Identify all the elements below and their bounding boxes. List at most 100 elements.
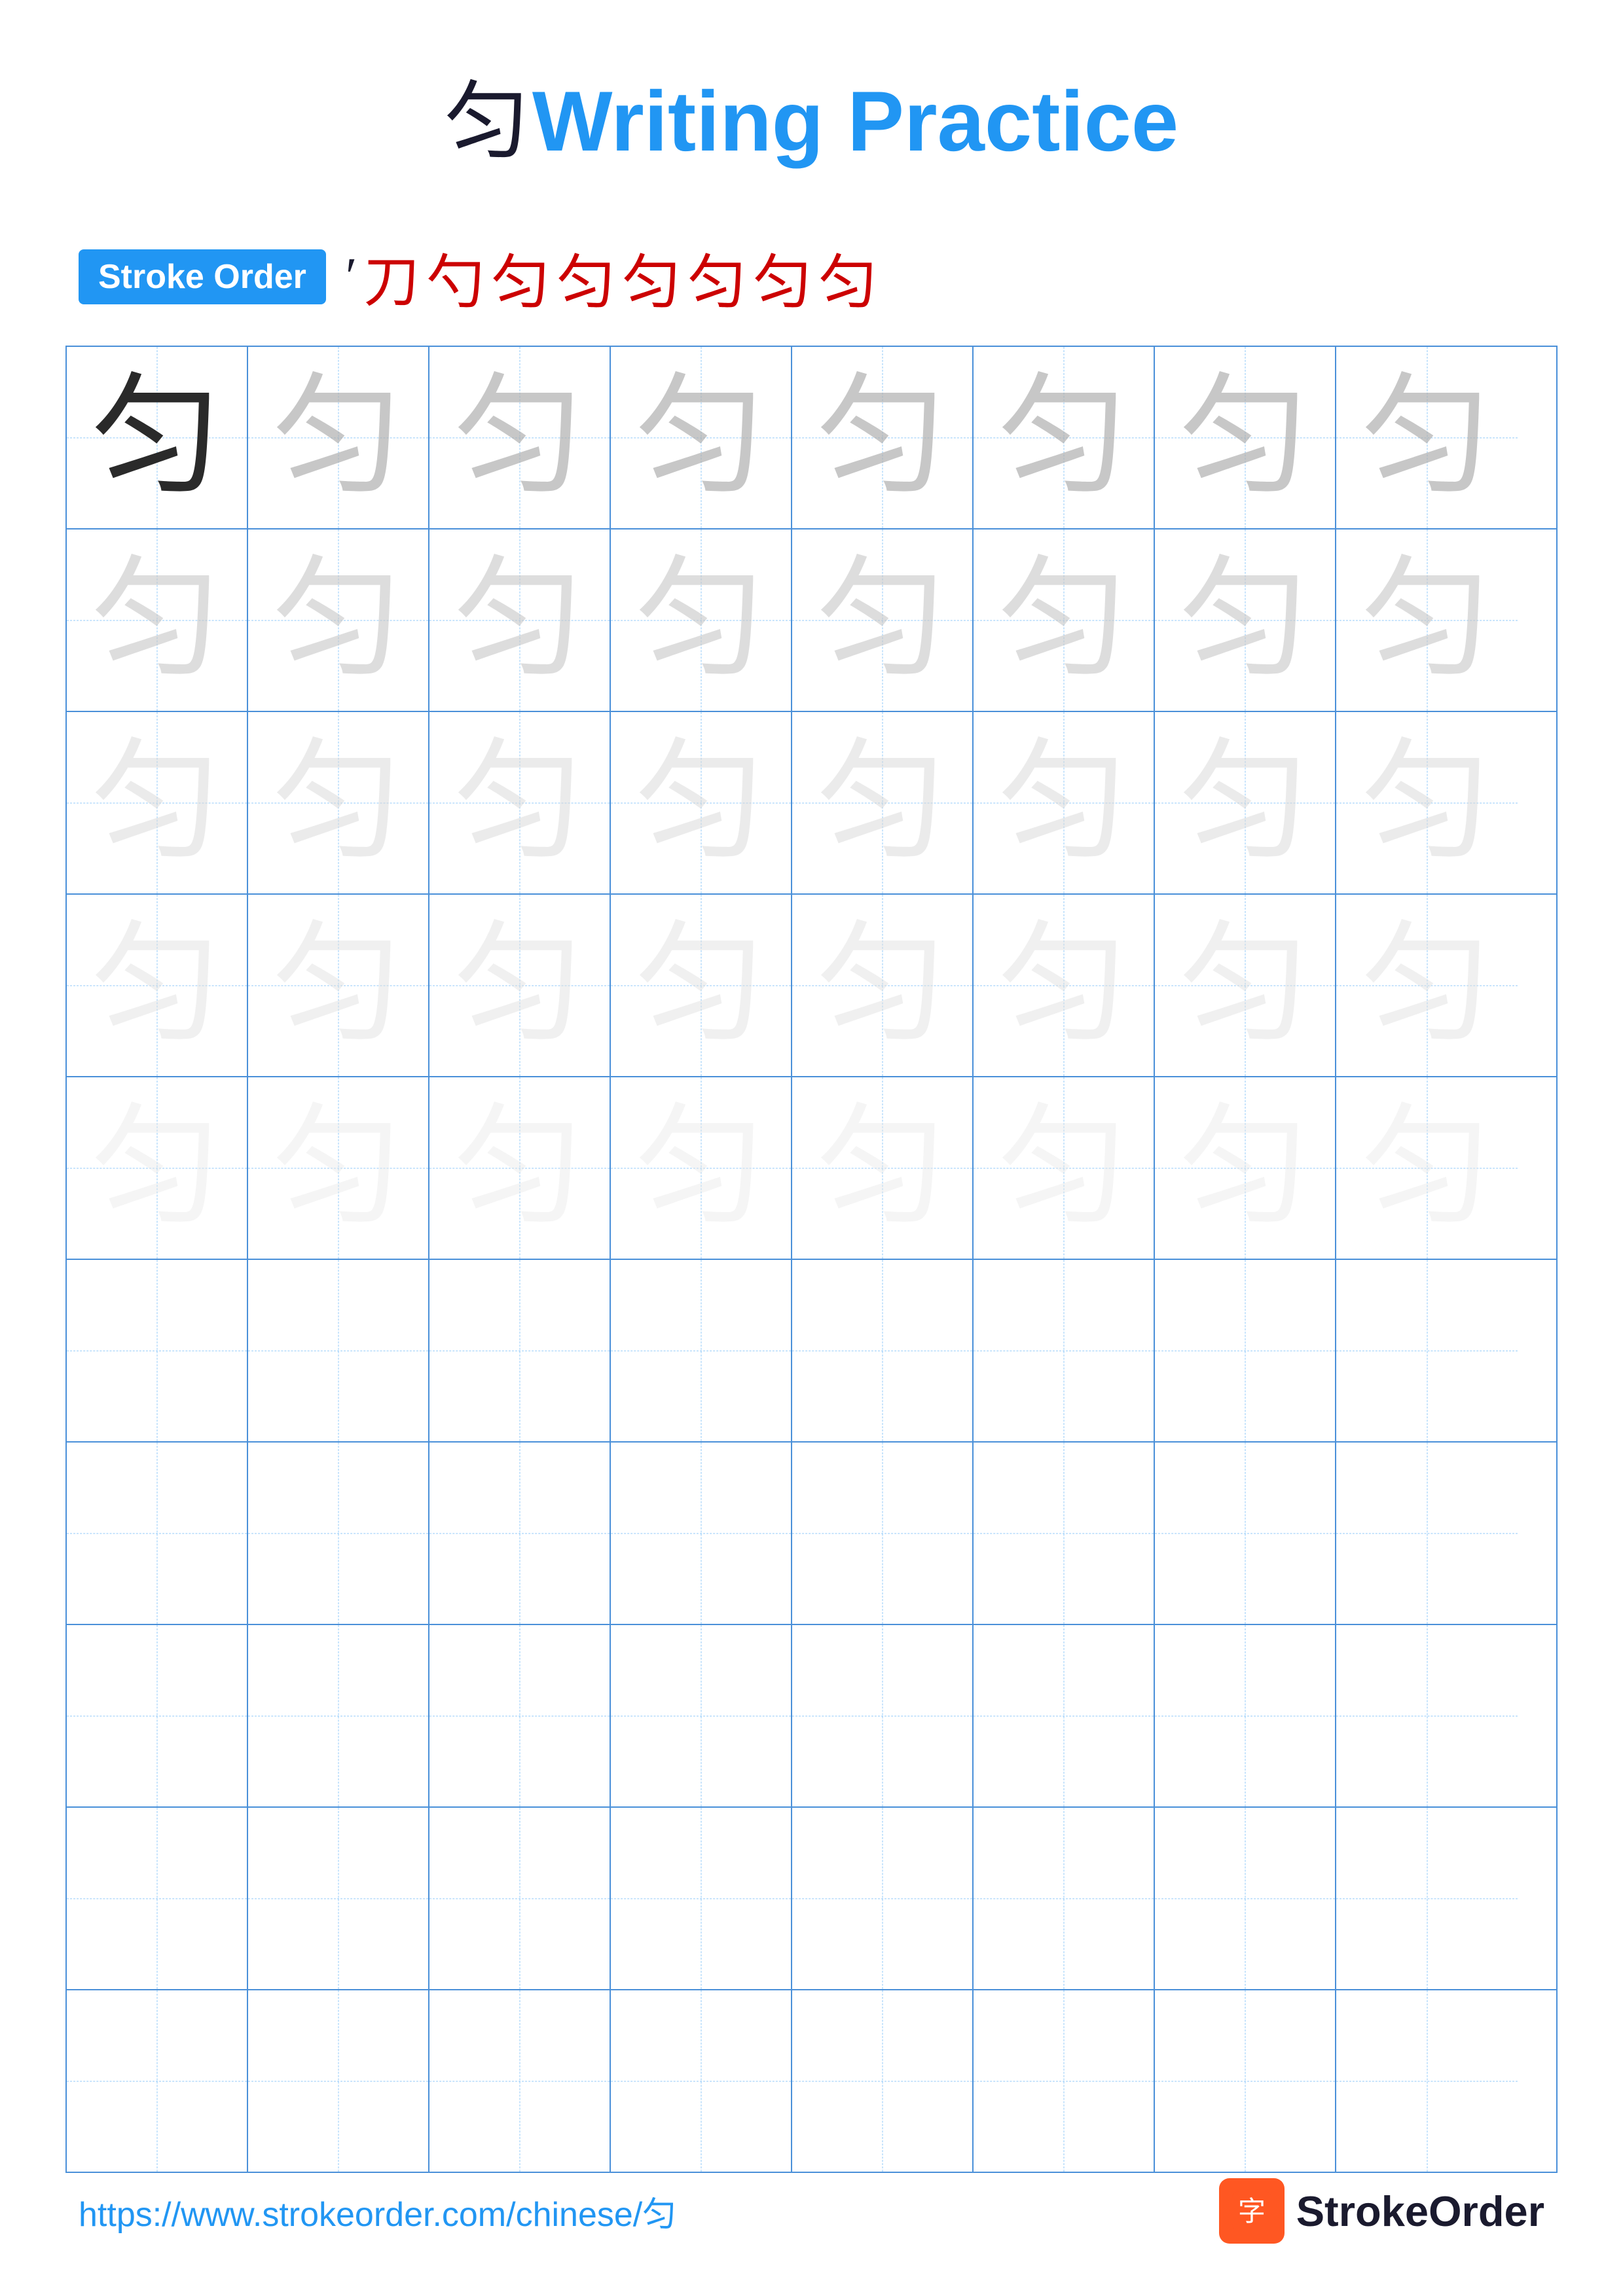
grid-cell-10-2[interactable] [248,1990,429,2172]
grid-cell-1-6[interactable]: 匀 [974,347,1155,528]
grid-cell-4-4[interactable]: 匀 [611,895,792,1076]
grid-cell-7-8[interactable] [1336,1443,1518,1624]
grid-cell-9-5[interactable] [792,1808,974,1989]
grid-cell-1-3[interactable]: 匀 [429,347,611,528]
grid-cell-5-7[interactable]: 匀 [1155,1077,1336,1259]
grid-cell-5-6[interactable]: 匀 [974,1077,1155,1259]
grid-cell-3-5[interactable]: 匀 [792,712,974,893]
grid-cell-6-6[interactable] [974,1260,1155,1441]
grid-cell-1-1[interactable]: 匀 [67,347,248,528]
grid-cell-2-4[interactable]: 匀 [611,529,792,711]
grid-char: 匀 [272,920,403,1051]
grid-cell-8-3[interactable] [429,1625,611,1806]
grid-cell-2-6[interactable]: 匀 [974,529,1155,711]
grid-cell-10-4[interactable] [611,1990,792,2172]
page-title: 匀 Writing Practice [0,0,1623,215]
grid-cell-2-8[interactable]: 匀 [1336,529,1518,711]
stroke-char-8: 匀 [818,234,877,319]
grid-cell-4-3[interactable]: 匀 [429,895,611,1076]
grid-cell-1-7[interactable]: 匀 [1155,347,1336,528]
grid-cell-8-1[interactable] [67,1625,248,1806]
grid-cell-6-1[interactable] [67,1260,248,1441]
grid-char: 匀 [1361,555,1492,686]
grid-cell-2-7[interactable]: 匀 [1155,529,1336,711]
grid-char: 匀 [635,738,766,869]
grid-cell-7-7[interactable] [1155,1443,1336,1624]
grid-cell-7-2[interactable] [248,1443,429,1624]
grid-cell-3-1[interactable]: 匀 [67,712,248,893]
grid-cell-5-3[interactable]: 匀 [429,1077,611,1259]
footer-url[interactable]: https://www.strokeorder.com/chinese/匀 [79,2187,676,2236]
grid-cell-8-8[interactable] [1336,1625,1518,1806]
grid-cell-6-7[interactable] [1155,1260,1336,1441]
grid-cell-5-4[interactable]: 匀 [611,1077,792,1259]
grid-cell-7-4[interactable] [611,1443,792,1624]
grid-cell-4-1[interactable]: 匀 [67,895,248,1076]
grid-cell-6-3[interactable] [429,1260,611,1441]
grid-char: 匀 [998,738,1129,869]
grid-cell-2-1[interactable]: 匀 [67,529,248,711]
grid-cell-3-2[interactable]: 匀 [248,712,429,893]
grid-cell-9-4[interactable] [611,1808,792,1989]
grid-cell-4-2[interactable]: 匀 [248,895,429,1076]
grid-cell-7-5[interactable] [792,1443,974,1624]
grid-cell-10-3[interactable] [429,1990,611,2172]
grid-cell-6-2[interactable] [248,1260,429,1441]
stroke-order-badge: Stroke Order [79,249,326,304]
grid-cell-4-6[interactable]: 匀 [974,895,1155,1076]
grid-cell-1-5[interactable]: 匀 [792,347,974,528]
grid-cell-9-8[interactable] [1336,1808,1518,1989]
stroke-char-7: 匀 [753,234,812,319]
grid-cell-10-6[interactable] [974,1990,1155,2172]
grid-cell-3-7[interactable]: 匀 [1155,712,1336,893]
grid-cell-6-5[interactable] [792,1260,974,1441]
grid-cell-8-7[interactable] [1155,1625,1336,1806]
grid-char: 匀 [454,555,585,686]
grid-cell-9-1[interactable] [67,1808,248,1989]
grid-cell-1-8[interactable]: 匀 [1336,347,1518,528]
grid-cell-4-8[interactable]: 匀 [1336,895,1518,1076]
grid-char: 匀 [816,372,947,503]
grid-cell-6-4[interactable] [611,1260,792,1441]
grid-cell-9-3[interactable] [429,1808,611,1989]
grid-char: 匀 [1179,1103,1310,1234]
grid-cell-2-3[interactable]: 匀 [429,529,611,711]
grid-cell-6-8[interactable] [1336,1260,1518,1441]
grid-cell-3-4[interactable]: 匀 [611,712,792,893]
grid-cell-7-6[interactable] [974,1443,1155,1624]
svg-text:字: 字 [1238,2197,1266,2227]
grid-cell-10-8[interactable] [1336,1990,1518,2172]
grid-cell-8-5[interactable] [792,1625,974,1806]
grid-cell-2-2[interactable]: 匀 [248,529,429,711]
grid-cell-9-2[interactable] [248,1808,429,1989]
grid-cell-10-7[interactable] [1155,1990,1336,2172]
grid-cell-3-3[interactable]: 匀 [429,712,611,893]
grid-cell-8-4[interactable] [611,1625,792,1806]
grid-char: 匀 [998,1103,1129,1234]
grid-char: 匀 [1179,555,1310,686]
grid-cell-5-5[interactable]: 匀 [792,1077,974,1259]
grid-cell-2-5[interactable]: 匀 [792,529,974,711]
grid-cell-8-6[interactable] [974,1625,1155,1806]
grid-char: 匀 [998,555,1129,686]
grid-cell-4-7[interactable]: 匀 [1155,895,1336,1076]
grid-row-6 [67,1260,1556,1443]
grid-cell-3-8[interactable]: 匀 [1336,712,1518,893]
grid-row-9 [67,1808,1556,1990]
grid-cell-10-5[interactable] [792,1990,974,2172]
grid-cell-1-4[interactable]: 匀 [611,347,792,528]
grid-cell-4-5[interactable]: 匀 [792,895,974,1076]
grid-cell-7-3[interactable] [429,1443,611,1624]
grid-cell-9-6[interactable] [974,1808,1155,1989]
grid-cell-8-2[interactable] [248,1625,429,1806]
grid-cell-5-1[interactable]: 匀 [67,1077,248,1259]
grid-cell-10-1[interactable] [67,1990,248,2172]
grid-cell-7-1[interactable] [67,1443,248,1624]
stroke-char-2: 勺 [426,234,484,319]
grid-cell-5-8[interactable]: 匀 [1336,1077,1518,1259]
grid-cell-9-7[interactable] [1155,1808,1336,1989]
grid-cell-3-6[interactable]: 匀 [974,712,1155,893]
grid-char: 匀 [635,372,766,503]
grid-cell-1-2[interactable]: 匀 [248,347,429,528]
grid-cell-5-2[interactable]: 匀 [248,1077,429,1259]
